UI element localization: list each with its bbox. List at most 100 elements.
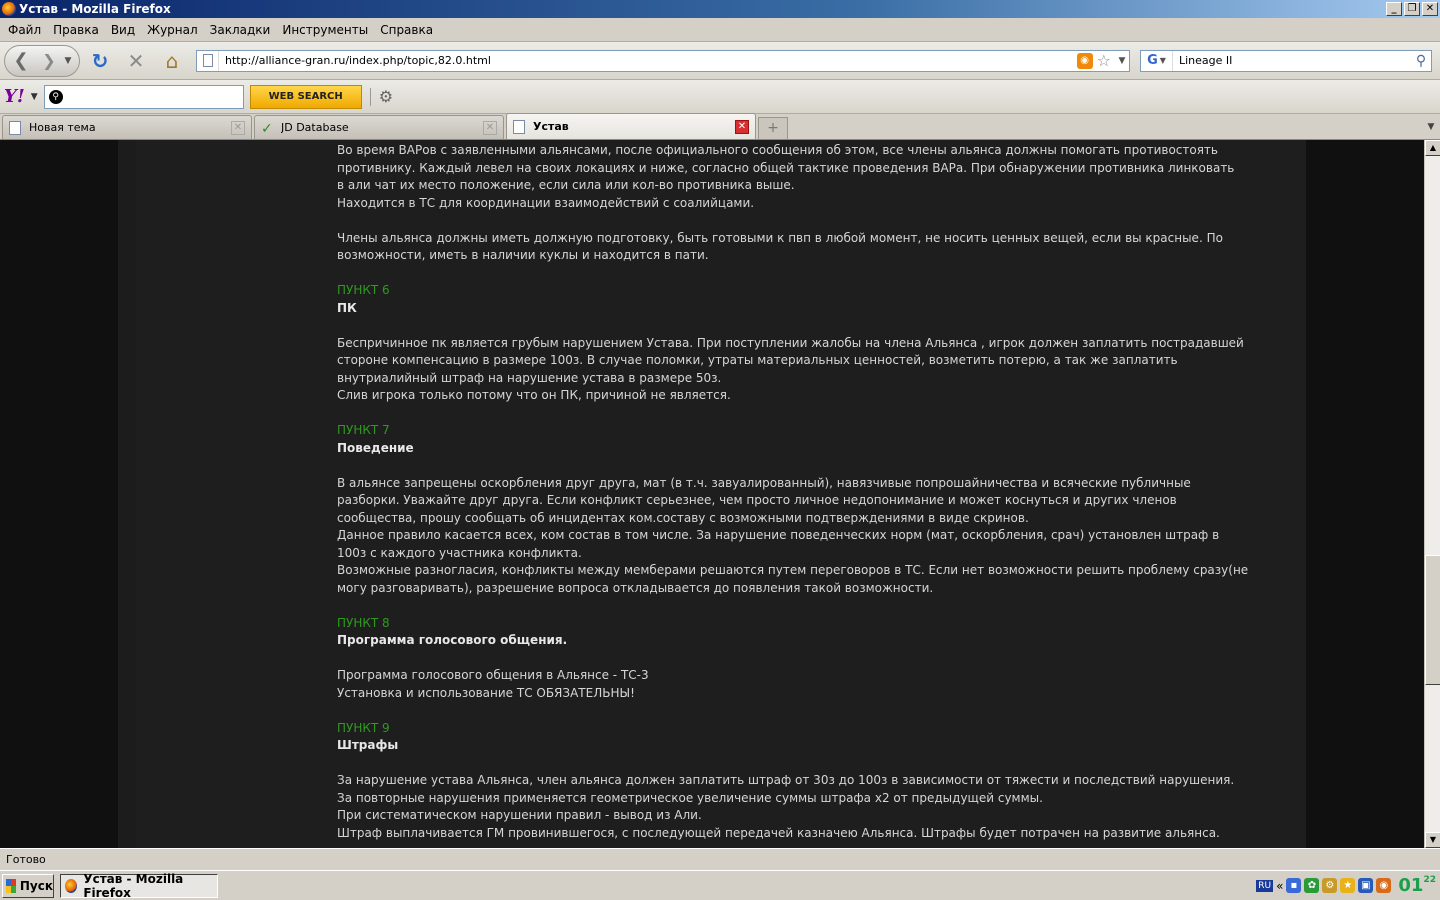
post-text-line: разборки. Уважайте друг друга. Если конф… bbox=[337, 493, 1177, 507]
menu-tools[interactable]: Инструменты bbox=[276, 23, 374, 37]
post-body: Во время ВАРов с заявленными альянсами, … bbox=[337, 142, 1267, 842]
status-bar: Готово bbox=[0, 848, 1440, 870]
scroll-thumb[interactable] bbox=[1425, 555, 1440, 685]
clock-minutes: 22 bbox=[1423, 875, 1436, 885]
menu-bookmarks[interactable]: Закладки bbox=[204, 23, 277, 37]
yahoo-search-icon: ⚲ bbox=[48, 89, 63, 104]
windows-taskbar: Пуск Устав - Mozilla Firefox RU « ▪ ✿ ⚙ … bbox=[0, 870, 1440, 900]
clock-hours: 01 bbox=[1398, 875, 1424, 896]
window-title: Устав - Mozilla Firefox bbox=[19, 2, 171, 16]
bookmark-star-icon[interactable]: ☆ bbox=[1097, 51, 1111, 70]
page-icon bbox=[9, 120, 21, 135]
yahoo-logo[interactable]: Y! bbox=[4, 86, 25, 107]
post-text-line: В альянсе запрещены оскорбления друг дру… bbox=[337, 475, 1191, 490]
gear-icon[interactable]: ⚙ bbox=[379, 87, 393, 106]
firefox-icon bbox=[2, 2, 16, 16]
search-icon[interactable]: ⚲ bbox=[1411, 53, 1431, 69]
tab-jd-database[interactable]: ✓ JD Database ✕ bbox=[254, 115, 504, 139]
forward-button[interactable]: ❯ bbox=[37, 46, 61, 76]
menu-history[interactable]: Журнал bbox=[141, 23, 204, 37]
vertical-scrollbar[interactable]: ▲ ▼ bbox=[1424, 140, 1440, 848]
minimize-button[interactable]: _ bbox=[1386, 2, 1402, 16]
stop-icon: ✕ bbox=[127, 48, 145, 73]
tab-new-topic[interactable]: Новая тема ✕ bbox=[2, 115, 252, 139]
update-tray-icon[interactable]: ◉ bbox=[1376, 878, 1392, 893]
page-icon bbox=[197, 50, 219, 71]
post-text-line: стороне компенсацию в размере 100з. В сл… bbox=[337, 353, 1178, 367]
scroll-down-arrow-icon[interactable]: ▼ bbox=[1425, 832, 1440, 848]
scroll-up-arrow-icon[interactable]: ▲ bbox=[1425, 140, 1440, 156]
menu-file[interactable]: Файл bbox=[2, 23, 47, 37]
web-search-button[interactable]: WEB SEARCH bbox=[249, 84, 362, 109]
section-number: ПУНКТ 8 bbox=[337, 615, 390, 630]
yahoo-toolbar: Y! ▼ ⚲ WEB SEARCH ⚙ bbox=[0, 80, 1440, 114]
section-title: Штрафы bbox=[337, 738, 399, 752]
menu-help[interactable]: Справка bbox=[374, 23, 439, 37]
tab-list-button[interactable]: ▼ bbox=[1422, 117, 1440, 139]
back-arrow-icon: ❮ bbox=[13, 49, 29, 71]
home-button[interactable]: ⌂ bbox=[156, 46, 188, 76]
post-text-line: внутриалийный штраф на нарушение устава … bbox=[337, 370, 722, 385]
network-icon[interactable]: ▪ bbox=[1286, 878, 1302, 893]
menu-edit[interactable]: Правка bbox=[47, 23, 105, 37]
search-input[interactable]: Lineage II bbox=[1173, 54, 1411, 67]
new-tab-button[interactable]: + bbox=[758, 117, 788, 139]
start-button[interactable]: Пуск bbox=[2, 873, 54, 898]
language-indicator[interactable]: RU bbox=[1256, 879, 1274, 892]
star-tray-icon[interactable]: ★ bbox=[1340, 878, 1356, 893]
search-bar[interactable]: G ▼ Lineage II ⚲ bbox=[1140, 49, 1432, 72]
url-dropdown-button[interactable]: ▼ bbox=[1115, 56, 1129, 66]
taskbar-firefox-button[interactable]: Устав - Mozilla Firefox bbox=[60, 872, 218, 900]
clover-icon[interactable]: ✿ bbox=[1304, 878, 1320, 893]
page-icon bbox=[513, 119, 525, 134]
tab-strip: Новая тема ✕ ✓ JD Database ✕ Устав ✕ + ▼ bbox=[0, 113, 1440, 140]
back-forward-group: ❮ ❯ ▼ bbox=[4, 44, 80, 77]
close-tab-icon[interactable]: ✕ bbox=[735, 119, 749, 134]
post-text-line: Установка и использование ТС ОБЯЗАТЕЛЬНЫ… bbox=[337, 685, 635, 700]
post-text-line: Слив игрока только потому что он ПК, при… bbox=[337, 388, 731, 402]
url-bar[interactable]: http://alliance-gran.ru/index.php/topic,… bbox=[196, 49, 1130, 72]
google-engine-icon[interactable]: G ▼ bbox=[1141, 50, 1173, 71]
window-controls: _ ❐ ✕ bbox=[1386, 2, 1438, 16]
start-label: Пуск bbox=[19, 878, 53, 893]
close-tab-icon[interactable]: ✕ bbox=[483, 120, 497, 135]
yahoo-search-field[interactable]: ⚲ bbox=[43, 84, 244, 109]
back-button[interactable]: ❮ bbox=[5, 46, 37, 76]
window-titlebar: Устав - Mozilla Firefox _ ❐ ✕ bbox=[0, 0, 1440, 18]
tray-expand-icon[interactable]: « bbox=[1276, 879, 1283, 893]
tray-clock: 0122 bbox=[1398, 875, 1436, 896]
status-text: Готово bbox=[6, 853, 46, 866]
reload-icon: ↻ bbox=[91, 48, 109, 73]
rss-feed-icon[interactable]: ◉ bbox=[1076, 52, 1093, 69]
url-input[interactable]: http://alliance-gran.ru/index.php/topic,… bbox=[219, 54, 1077, 67]
post-text-line: Находится в ТС для координации взаимодей… bbox=[337, 195, 755, 210]
settings-tray-icon[interactable]: ⚙ bbox=[1322, 878, 1338, 893]
close-tab-icon[interactable]: ✕ bbox=[231, 120, 245, 135]
maximize-button[interactable]: ❐ bbox=[1404, 2, 1420, 16]
yahoo-menu-dropdown[interactable]: ▼ bbox=[31, 92, 38, 102]
tab-label: Устав bbox=[533, 120, 569, 133]
post-text-line: Во время ВАРов с заявленными альянсами, … bbox=[337, 143, 1218, 157]
reload-button[interactable]: ↻ bbox=[84, 46, 116, 76]
post-text-line: Возможные разногласия, конфликты между м… bbox=[337, 563, 1249, 577]
post-text-line: в али чат их место положение, если сила … bbox=[337, 178, 795, 192]
section-number: ПУНКТ 9 bbox=[337, 720, 390, 735]
history-dropdown-button[interactable]: ▼ bbox=[61, 56, 75, 66]
menu-view[interactable]: Вид bbox=[105, 23, 141, 37]
tab-label: Новая тема bbox=[29, 121, 96, 134]
post-text-line: сообщества, прошу сообщать об инцидентах… bbox=[337, 510, 1029, 525]
close-button[interactable]: ✕ bbox=[1422, 2, 1438, 16]
post-text-line: противнику. Каждый левел на своих локаци… bbox=[337, 160, 1235, 175]
home-icon: ⌂ bbox=[165, 48, 179, 73]
stop-button[interactable]: ✕ bbox=[120, 46, 152, 76]
tab-ustav[interactable]: Устав ✕ bbox=[506, 113, 756, 139]
display-tray-icon[interactable]: ▣ bbox=[1358, 878, 1374, 893]
tab-label: JD Database bbox=[281, 121, 349, 134]
